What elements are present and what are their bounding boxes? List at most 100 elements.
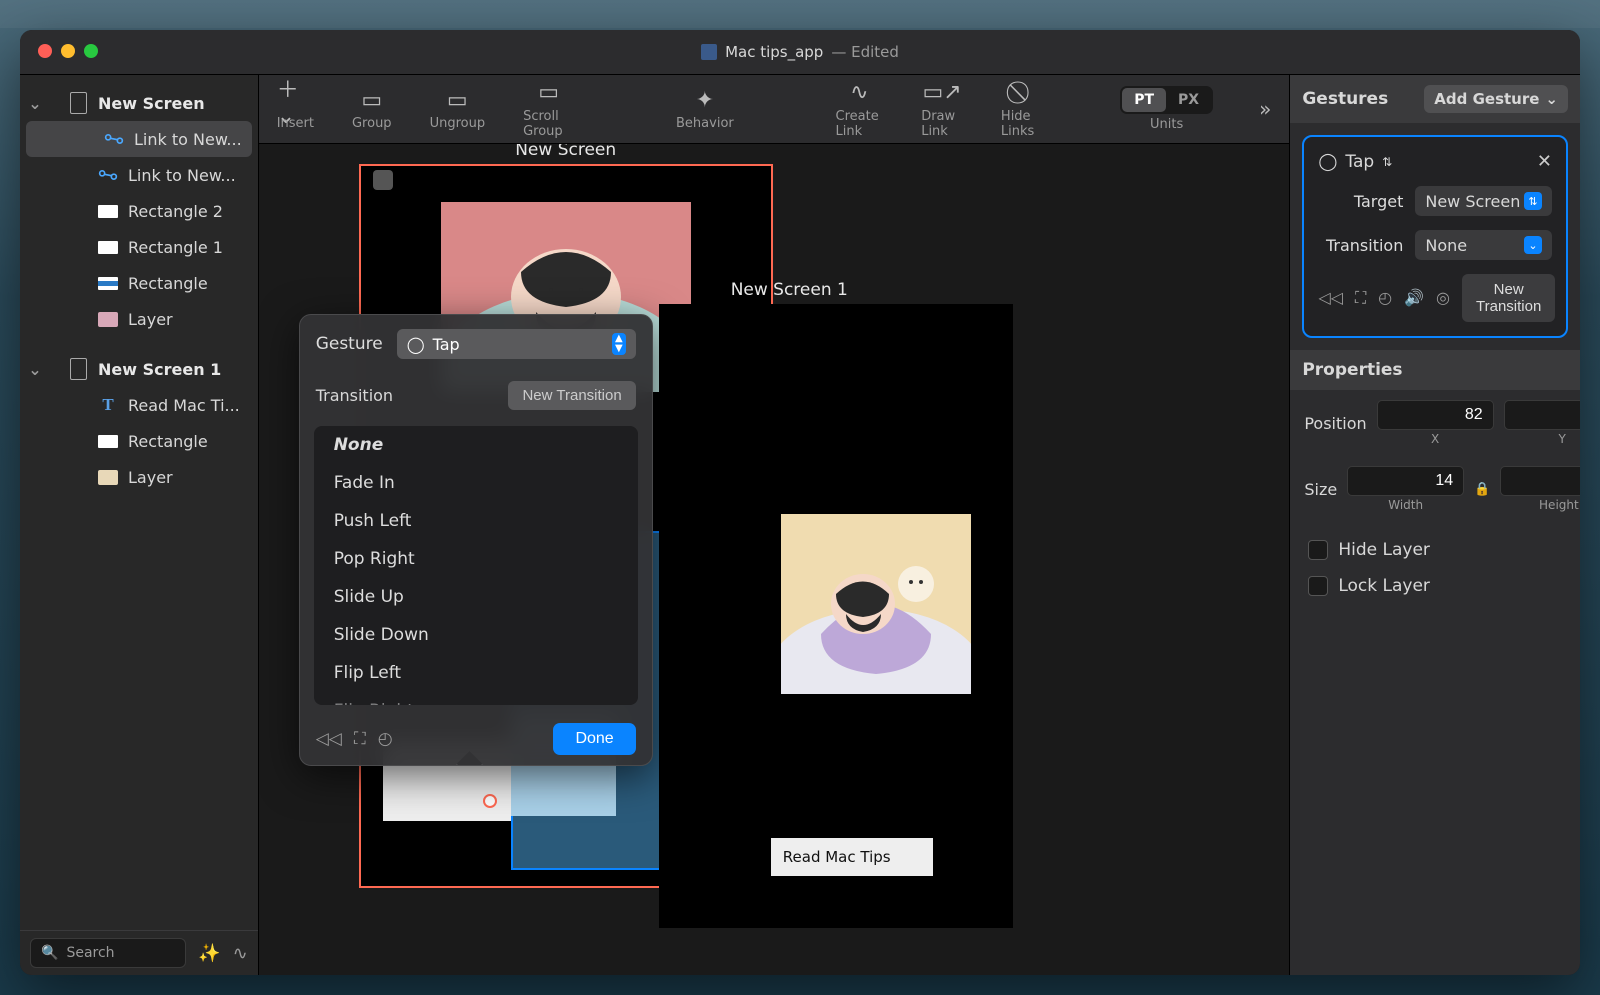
gesture-select[interactable]: ◯Tap ▲▼ <box>397 329 636 359</box>
rewind-icon[interactable]: ◁◁ <box>316 729 342 749</box>
artboard-title: New Screen 1 <box>731 280 1011 300</box>
filename: Mac tips_app <box>725 43 823 61</box>
toolbar: ＋ ⌄Insert ▭Group ▭Ungroup ▭Scroll Group … <box>259 75 1290 144</box>
checkbox[interactable] <box>1308 576 1328 596</box>
position-x-field[interactable]: X <box>1377 400 1494 446</box>
chevron-down-icon[interactable]: ⌄ <box>28 94 42 113</box>
layer-item-image[interactable]: Layer <box>20 301 258 337</box>
unit-px[interactable]: PX <box>1166 88 1211 112</box>
links-icon[interactable]: ∿ <box>233 943 248 964</box>
ungroup-button[interactable]: ▭Ungroup <box>430 87 486 131</box>
transition-option[interactable]: Slide Up <box>314 578 638 616</box>
units-segment: PT PX Units <box>1120 86 1213 132</box>
y-input[interactable] <box>1504 400 1580 430</box>
create-link-button[interactable]: ∿Create Link <box>836 80 884 139</box>
link-icon <box>98 168 118 183</box>
new-transition-button[interactable]: New Transition <box>508 381 635 410</box>
wand-icon: ✦ <box>696 87 714 113</box>
layer-item-image[interactable]: Layer <box>20 459 258 495</box>
group-label: New Screen <box>98 94 205 113</box>
sort-icon[interactable]: ⇅ <box>1382 155 1392 169</box>
transition-option[interactable]: Fade In <box>314 464 638 502</box>
create-link-icon: ∿ <box>850 80 868 106</box>
transition-option[interactable]: Pop Right <box>314 540 638 578</box>
transition-option[interactable]: Push Left <box>314 502 638 540</box>
layer-label: Rectangle 1 <box>128 238 223 257</box>
target-icon[interactable]: ◎ <box>1436 288 1450 308</box>
draw-link-button[interactable]: ▭↗Draw Link <box>921 80 963 139</box>
units-toggle[interactable]: PT PX <box>1120 86 1213 114</box>
traffic-lights <box>38 44 98 58</box>
chevron-down-icon[interactable]: ⌄ <box>28 360 42 379</box>
artboard-statusbar <box>361 166 771 194</box>
image-icon <box>98 470 118 485</box>
read-mac-tips-button[interactable]: Read Mac Tips <box>771 838 933 876</box>
layer-item-rectangle[interactable]: Rectangle <box>20 423 258 459</box>
link-handle-icon[interactable] <box>483 794 497 808</box>
behavior-button[interactable]: ✦Behavior <box>676 87 734 131</box>
layer-item-link[interactable]: Link to New... <box>26 121 252 157</box>
lock-icon[interactable]: 🔒 <box>1474 482 1490 497</box>
layer-item-link[interactable]: Link to New... <box>20 157 258 193</box>
transition-option[interactable]: Flip Right <box>314 692 638 705</box>
layer-group-new-screen-1[interactable]: ⌄ New Screen 1 <box>20 351 258 387</box>
layer-label: Link to New... <box>128 166 236 185</box>
document-title[interactable]: Mac tips_app — Edited <box>701 43 899 61</box>
properties-header: Properties <box>1290 350 1580 390</box>
search-input[interactable]: 🔍 Search <box>30 938 186 968</box>
menubar <box>0 0 1600 28</box>
x-input[interactable] <box>1377 400 1494 430</box>
layer-group-new-screen[interactable]: ⌄ New Screen <box>20 85 258 121</box>
lock-layer-row[interactable]: Lock Layer <box>1290 568 1580 604</box>
transition-select[interactable]: None ⌄ <box>1415 230 1552 260</box>
minimize-icon[interactable] <box>61 44 75 58</box>
transition-option-none[interactable]: None <box>314 426 638 464</box>
artboard-image[interactable] <box>781 514 971 694</box>
wand-icon[interactable]: ✨ <box>198 943 220 964</box>
insert-button[interactable]: ＋ ⌄Insert <box>277 87 314 131</box>
canvas[interactable]: New Screen <box>259 144 1290 975</box>
crop-icon[interactable]: ⛶ <box>354 729 366 749</box>
document-icon <box>701 44 717 60</box>
timer-icon[interactable]: ◴ <box>378 729 393 749</box>
hide-laylayer-row[interactable]: Hide Layer <box>1290 532 1580 568</box>
height-field[interactable]: Height <box>1500 466 1580 512</box>
gesture-label: Gesture <box>316 334 383 354</box>
transition-option[interactable]: Slide Down <box>314 616 638 654</box>
sound-icon[interactable]: 🔊 <box>1404 288 1424 308</box>
rewind-icon[interactable]: ◁◁ <box>1318 288 1343 308</box>
fullscreen-icon[interactable] <box>84 44 98 58</box>
unit-pt[interactable]: PT <box>1122 88 1166 112</box>
close-icon[interactable]: ✕ <box>1537 151 1552 172</box>
new-transition-button[interactable]: New Transition <box>1462 274 1555 322</box>
height-input[interactable] <box>1500 466 1580 496</box>
gesture-icons: ◁◁ ⛶ ◴ 🔊 ◎ <box>1318 288 1450 308</box>
width-input[interactable] <box>1347 466 1464 496</box>
transition-option[interactable]: Flip Left <box>314 654 638 692</box>
rectangle-icon <box>98 205 118 218</box>
plus-icon: ＋ ⌄ <box>277 87 314 113</box>
width-field[interactable]: Width <box>1347 466 1464 512</box>
position-y-field[interactable]: Y <box>1504 400 1580 446</box>
stepper-icon: ⇅ <box>1524 192 1542 210</box>
layer-item-rectangle[interactable]: Rectangle 1 <box>20 229 258 265</box>
scroll-group-button[interactable]: ▭Scroll Group <box>523 80 574 139</box>
timer-icon[interactable]: ◴ <box>1378 288 1392 308</box>
crop-icon[interactable]: ⛶ <box>1355 288 1366 308</box>
layer-item-text[interactable]: TRead Mac Ti... <box>20 387 258 423</box>
close-icon[interactable] <box>38 44 52 58</box>
more-icon[interactable]: » <box>1259 97 1271 121</box>
add-gesture-button[interactable]: Add Gesture ⌄ <box>1424 85 1568 113</box>
hide-links-button[interactable]: ⃠Hide Links <box>1001 80 1044 139</box>
checkbox[interactable] <box>1308 540 1328 560</box>
layer-list: ⌄ New Screen Link to New... Link to New.… <box>20 75 258 930</box>
app-window: Mac tips_app — Edited ⌄ New Screen <box>20 30 1580 975</box>
layer-item-rectangle[interactable]: Rectangle 2 <box>20 193 258 229</box>
group-button[interactable]: ▭Group <box>352 87 392 131</box>
position-row: Position X Y <box>1290 390 1580 456</box>
target-select[interactable]: New Screen ⇅ <box>1415 186 1552 216</box>
artboard-new-screen-1[interactable]: New Screen 1 Read Mac Tips <box>659 304 1013 928</box>
done-button[interactable]: Done <box>553 723 635 755</box>
layer-item-rectangle[interactable]: Rectangle <box>20 265 258 301</box>
transition-label: Transition <box>316 386 393 405</box>
